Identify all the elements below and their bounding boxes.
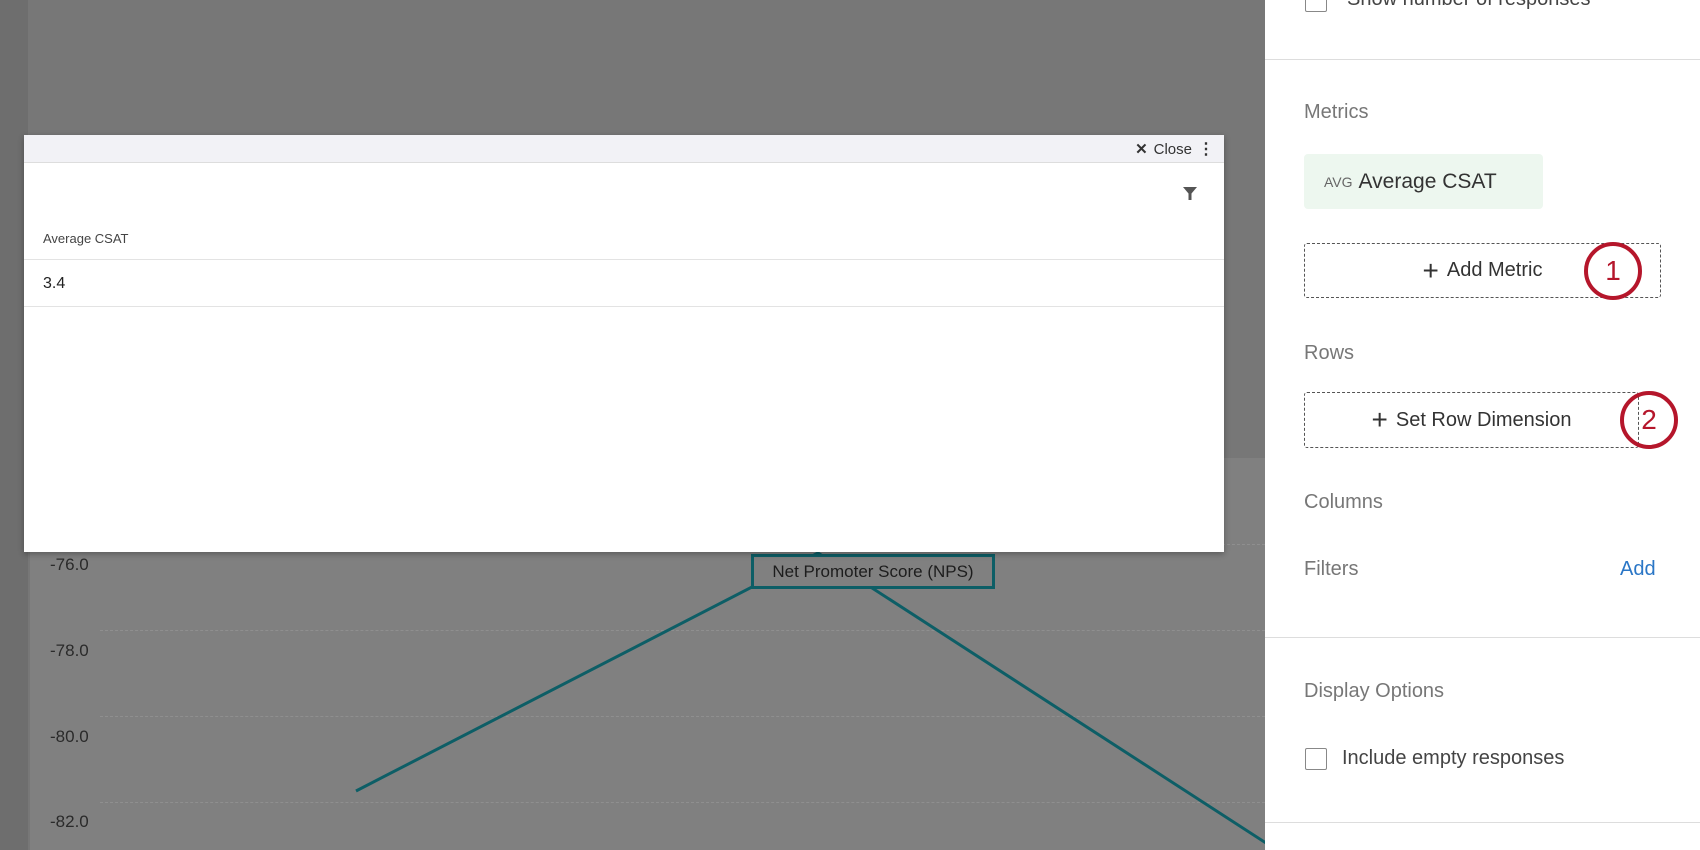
filters-label: Filters <box>1304 558 1359 580</box>
divider <box>24 259 1224 260</box>
close-label: Close <box>1153 140 1192 158</box>
columns-label: Columns <box>1304 491 1383 513</box>
divider <box>24 306 1224 307</box>
modal-header: ✕ Close ⋮ <box>24 135 1224 163</box>
metric-chip[interactable]: AVG Average CSAT <box>1304 154 1543 209</box>
column-header: Average CSAT <box>43 231 129 246</box>
show-responses-label: Show number of responses <box>1347 0 1590 11</box>
divider <box>1265 822 1700 823</box>
plus-icon: + <box>1371 404 1388 435</box>
callout-2: 2 <box>1620 391 1678 449</box>
include-empty-label: Include empty responses <box>1342 747 1565 769</box>
rows-label: Rows <box>1304 342 1355 364</box>
close-button[interactable]: ✕ Close <box>1135 140 1192 159</box>
filter-icon[interactable] <box>1182 185 1198 201</box>
divider <box>1265 59 1700 60</box>
settings-panel: Show number of responses Metrics AVG Ave… <box>1265 0 1700 850</box>
data-table-modal: ✕ Close ⋮ Average CSAT 3.4 <box>24 135 1224 552</box>
metrics-label: Metrics <box>1304 101 1369 123</box>
set-row-dimension-button[interactable]: + Set Row Dimension <box>1304 392 1639 448</box>
display-options-label: Display Options <box>1304 680 1445 702</box>
add-filter-link[interactable]: Add <box>1620 558 1656 581</box>
show-responses-checkbox[interactable] <box>1305 0 1327 12</box>
close-icon: ✕ <box>1135 141 1148 158</box>
more-options-icon[interactable]: ⋮ <box>1198 139 1214 159</box>
metric-agg: AVG <box>1324 173 1353 190</box>
include-empty-checkbox[interactable] <box>1305 748 1327 770</box>
series-label: Net Promoter Score (NPS) <box>751 554 995 589</box>
set-row-label: Set Row Dimension <box>1395 408 1572 431</box>
add-metric-label: Add Metric <box>1446 259 1543 281</box>
table-cell: 3.4 <box>43 275 66 292</box>
metric-name: Average CSAT <box>1358 169 1497 193</box>
nps-series-line <box>355 551 1265 845</box>
plus-icon: + <box>1422 254 1439 286</box>
callout-1: 1 <box>1584 242 1642 300</box>
divider <box>1265 637 1700 638</box>
